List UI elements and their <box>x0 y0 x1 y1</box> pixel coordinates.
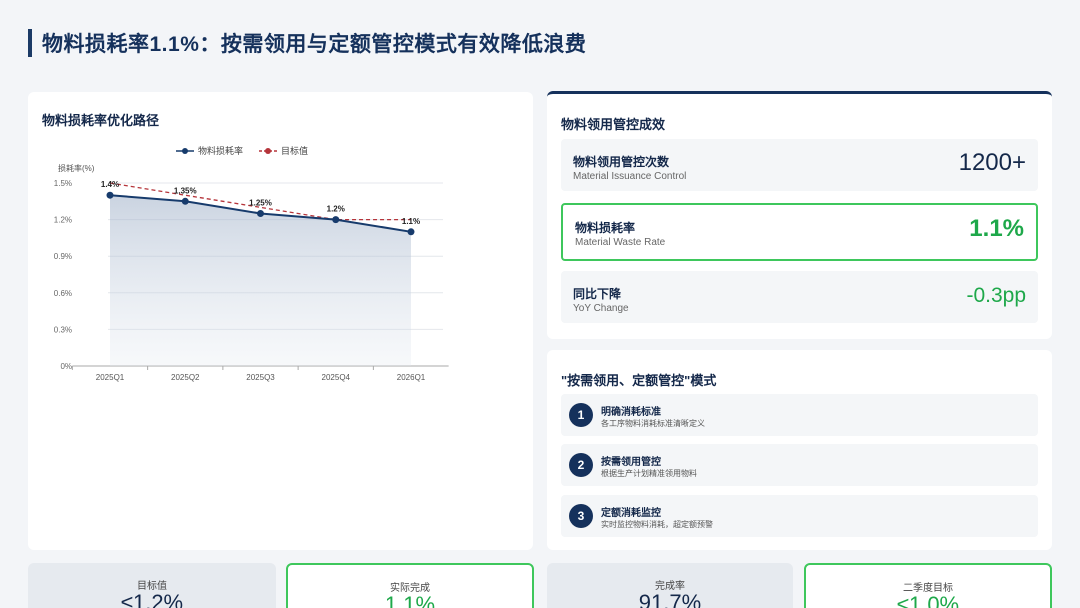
kpi-completion-rate: 完成率 91.7% <box>547 563 793 608</box>
y-tick-label: 0.3% <box>54 325 72 334</box>
data-point <box>181 197 189 205</box>
data-point <box>407 228 415 236</box>
page-title: 物料损耗率1.1%：按需领用与定额管控模式有效降低浪费 <box>42 33 587 56</box>
x-tick-label: 2025Q3 <box>246 373 275 382</box>
data-point <box>257 210 264 217</box>
step-description: 各工序物料消耗标准清晰定义 <box>601 419 705 428</box>
metric-label: 物料损耗率 <box>575 221 636 235</box>
metric-value: 1200+ <box>958 149 1026 176</box>
data-label: 1.25% <box>249 199 272 208</box>
y-tick-label: 0% <box>60 362 72 371</box>
x-tick-label: 2025Q4 <box>322 373 351 382</box>
series-area-actual <box>110 195 411 366</box>
step-item: 3 定额消耗监控 实时监控物料消耗，超定额预警 <box>561 495 1038 537</box>
line-chart: 损耗率(%) 0% 0.3% 0.6% 0.9% 1.2% 1.5% 2025Q1 2025Q2… <box>54 163 449 382</box>
step-item: 2 按需领用管控 根据生产计划精准领用物料 <box>561 444 1038 486</box>
step-number-badge: 2 <box>569 453 593 477</box>
metric-sublabel: Material Waste Rate <box>575 237 666 248</box>
metric-control-count: 物料领用管控次数 Material Issuance Control 1200+ <box>561 139 1038 191</box>
chart-card: 物料损耗率优化路径 物料损耗率 目标值 损耗率(%) 0% 0.3% 0.6% 0.9%… <box>28 92 533 550</box>
data-label: 1.2% <box>327 205 345 214</box>
data-label: 1.35% <box>174 186 197 195</box>
y-tick-label: 1.2% <box>54 216 72 225</box>
step-description: 实时监控物料消耗，超定额预警 <box>601 520 713 529</box>
y-tick-label: 1.5% <box>54 179 72 188</box>
data-point <box>106 191 114 199</box>
kpi-value: 1.1% <box>384 592 436 608</box>
metric-sublabel: Material Issuance Control <box>573 171 687 182</box>
performance-card: 物料领用管控成效 物料领用管控次数 Material Issuance Cont… <box>547 91 1052 339</box>
metric-value: -0.3pp <box>966 284 1026 307</box>
y-axis-label: 损耗率(%) <box>58 163 95 173</box>
kpi-q2-target: 二季度目标 ≤1.0% <box>804 563 1052 608</box>
step-title: 定额消耗监控 <box>601 508 661 519</box>
kpi-target: 目标值 ≤1.2% <box>28 563 276 608</box>
title-accent-bar <box>28 29 32 57</box>
kpi-value: 91.7% <box>638 590 702 608</box>
metric-sublabel: YoY Change <box>573 303 629 314</box>
x-tick-label: 2026Q1 <box>397 373 426 382</box>
metric-label: 物料领用管控次数 <box>573 155 670 169</box>
x-tick-label: 2025Q2 <box>171 373 200 382</box>
step-title: 明确消耗标准 <box>601 407 661 418</box>
y-tick-label: 0.9% <box>54 252 72 261</box>
step-item: 1 明确消耗标准 各工序物料消耗标准清晰定义 <box>561 394 1038 436</box>
metric-waste-rate: 物料损耗率 Material Waste Rate 1.1% <box>561 203 1038 261</box>
mode-card: "按需领用、定额管控"模式 1 明确消耗标准 各工序物料消耗标准清晰定义 2 按… <box>547 350 1052 550</box>
metric-value: 1.1% <box>969 215 1024 242</box>
data-label: 1.1% <box>402 217 420 226</box>
metric-yoy-change: 同比下降 YoY Change -0.3pp <box>561 271 1038 323</box>
kpi-value: ≤1.2% <box>120 590 184 608</box>
data-point <box>332 216 340 224</box>
x-tick-label: 2025Q1 <box>96 373 125 382</box>
step-title: 按需领用管控 <box>601 457 661 468</box>
header: 物料损耗率1.1%：按需领用与定额管控模式有效降低浪费 <box>28 28 586 58</box>
kpi-value: ≤1.0% <box>896 592 960 608</box>
step-description: 根据生产计划精准领用物料 <box>601 469 697 478</box>
data-label: 1.4% <box>101 180 119 189</box>
metric-label: 同比下降 <box>573 287 622 301</box>
mode-title: "按需领用、定额管控"模式 <box>561 373 717 388</box>
kpi-actual: 实际完成 1.1% <box>286 563 534 608</box>
performance-title: 物料领用管控成效 <box>561 117 666 132</box>
y-tick-label: 0.6% <box>54 289 72 298</box>
step-number-badge: 3 <box>569 504 593 528</box>
step-number-badge: 1 <box>569 403 593 427</box>
